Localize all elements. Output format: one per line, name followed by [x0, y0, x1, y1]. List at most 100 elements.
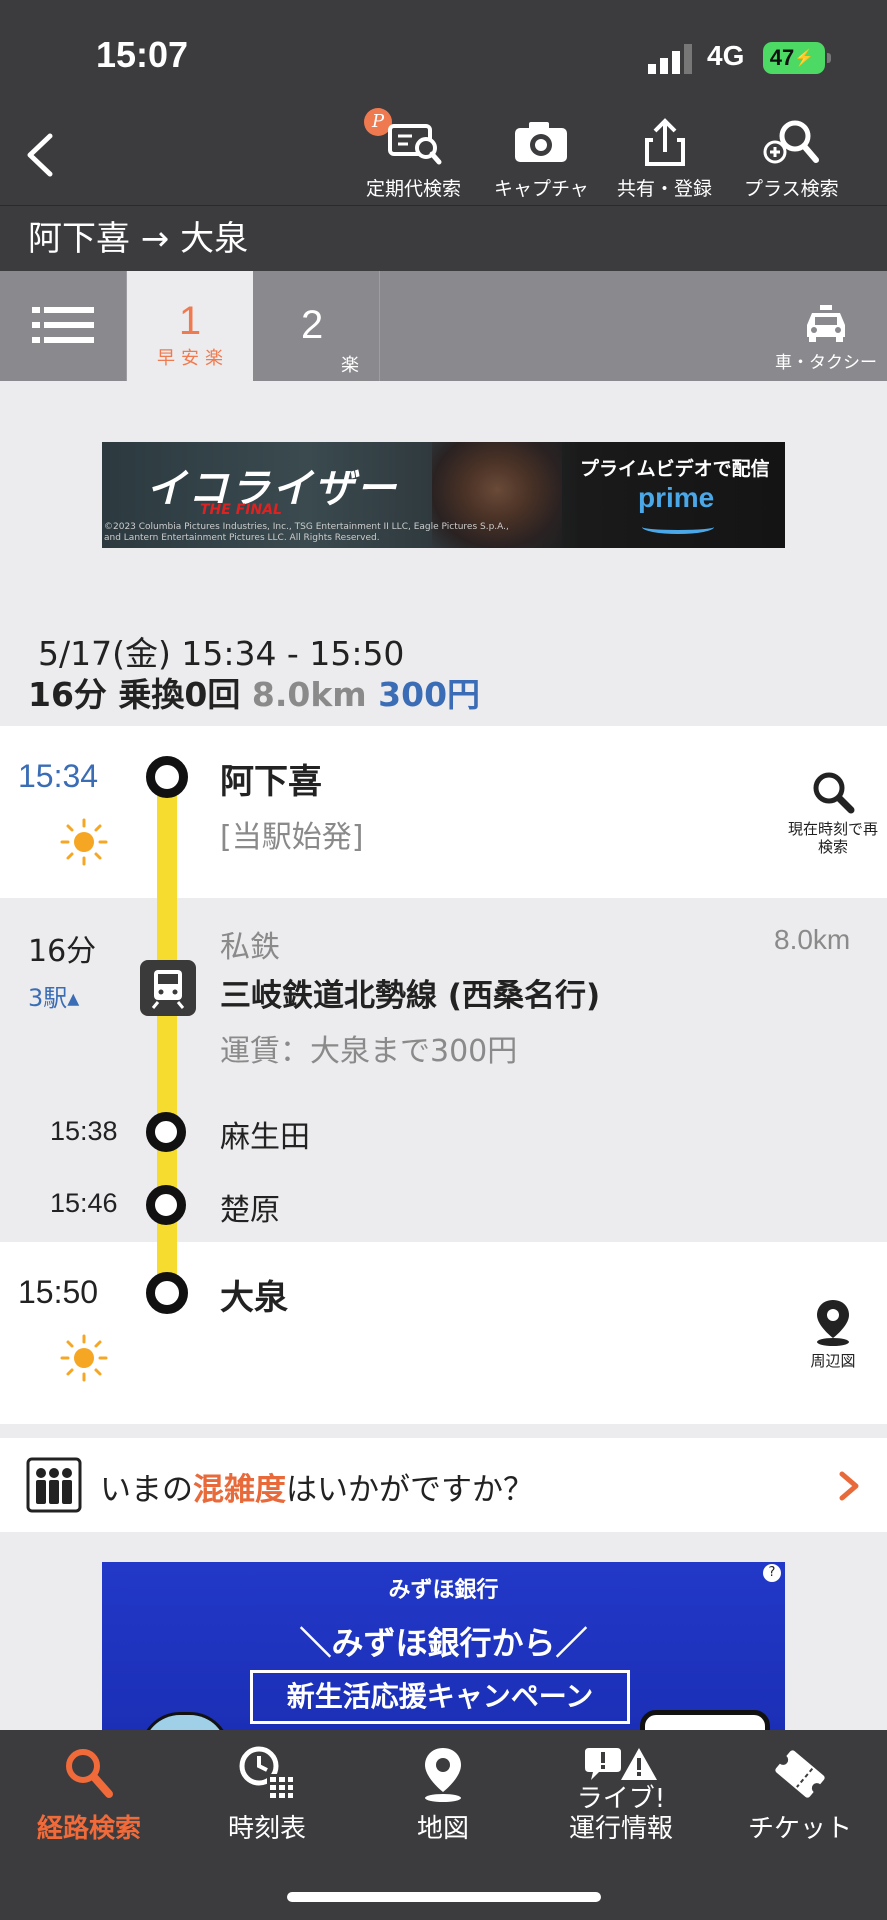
nav-map-label: 地図	[416, 1814, 469, 1844]
ad-info-icon[interactable]: ?	[763, 1564, 781, 1582]
commuter-pass-button[interactable]: 定期代検索	[366, 118, 461, 201]
ad-prime-text: プライムビデオで配信	[580, 458, 770, 480]
map-pin-icon	[817, 1300, 849, 1346]
destination-station[interactable]: 大泉	[220, 1270, 288, 1319]
intermediate-node	[146, 1185, 186, 1225]
commuter-pass-label: 定期代検索	[366, 178, 462, 200]
crowd-icon	[26, 1457, 82, 1513]
origin-node	[146, 756, 188, 798]
stops-toggle[interactable]: 3駅▴	[28, 978, 79, 1013]
route-summary: 16分 乗換0回 8.0km 300円	[28, 668, 480, 716]
route-tabs: 1 早安楽 2 楽 車・タクシー	[0, 271, 887, 381]
segment-card	[0, 898, 887, 1242]
nav-map[interactable]: 地図	[388, 1744, 498, 1845]
intermediate-station[interactable]: 麻生田	[220, 1112, 310, 1156]
tab-route-1-number: 1	[178, 299, 202, 343]
tab-route-1-tags: 早安楽	[157, 348, 229, 369]
sunny-weather-icon	[60, 818, 108, 866]
battery-icon: 47 ⚡	[763, 42, 831, 74]
ad-movie-subtitle: THE FINAL	[200, 502, 282, 518]
ad-bank-name: みずほ銀行	[388, 1578, 499, 1603]
signal-icon	[648, 44, 692, 74]
destination-time: 15:50	[18, 1274, 99, 1310]
tab-route-1[interactable]: 1 早安楽	[127, 271, 253, 381]
congestion-highlight: 混雑度	[193, 1472, 286, 1508]
segment-duration: 16分	[28, 934, 97, 969]
timetable-icon	[239, 1746, 293, 1800]
intermediate-time: 15:38	[50, 1116, 118, 1146]
duration-transfers: 16分 乗換0回	[28, 675, 241, 714]
live-info-icon	[585, 1748, 657, 1780]
segment-line[interactable]: 三岐鉄道北勢線 (西桑名行)	[220, 970, 600, 1015]
area-map-label: 周辺図	[810, 1352, 856, 1370]
back-button[interactable]	[20, 130, 60, 180]
route-search-icon	[66, 1749, 113, 1798]
nav-ticket[interactable]: チケット	[740, 1744, 860, 1845]
capture-button[interactable]: キャプチャ	[494, 118, 589, 201]
area-map-button[interactable]: 周辺図	[788, 1296, 878, 1370]
congestion-pre: いまの	[100, 1472, 193, 1508]
segment-fare: 運賃：大泉まで300円	[220, 1034, 518, 1069]
plus-search-icon	[763, 120, 820, 164]
status-time: 15:07	[96, 34, 189, 75]
destination-card	[0, 1242, 887, 1424]
nav-timetable-label: 時刻表	[227, 1814, 306, 1844]
plus-search-label: プラス検索	[744, 178, 839, 200]
ad-phone-image	[640, 1710, 770, 1730]
train-icon	[140, 960, 196, 1016]
route-fare: 300円	[378, 675, 481, 714]
ad-copyright: ©2023 Columbia Pictures Industries, Inc.…	[104, 522, 509, 543]
battery-level: 47	[769, 45, 795, 70]
route-distance: 8.0km	[251, 675, 367, 714]
nav-live-info[interactable]: ライブ! 運行情報	[556, 1744, 686, 1844]
nav-live-info-label: ライブ! 運行情報	[568, 1784, 673, 1844]
intermediate-station[interactable]: 楚原	[220, 1185, 280, 1229]
list-icon	[32, 307, 94, 343]
tab-route-2-number: 2	[301, 303, 324, 347]
commuter-pass-icon	[387, 124, 441, 165]
congestion-question: いまの混雑度はいかがですか？	[100, 1464, 534, 1509]
tab-route-2-tag: 楽	[341, 355, 359, 376]
segment-type: 私鉄	[220, 930, 280, 965]
share-button[interactable]: 共有・登録	[617, 118, 712, 201]
taxi-button[interactable]: 車・タクシー	[775, 305, 877, 373]
bank-ad-banner[interactable]: みずほ銀行 ＼みずほ銀行から／ 新生活応援キャンペーン ?	[102, 1562, 785, 1730]
home-indicator	[287, 1892, 601, 1902]
route-title: 阿下喜 → 大泉	[0, 205, 887, 271]
ticket-icon	[775, 1750, 825, 1798]
tab-route-2[interactable]: 2 楽	[253, 271, 380, 381]
destination-node	[146, 1272, 188, 1314]
capture-label: キャプチャ	[494, 178, 589, 200]
origin-station[interactable]: 阿下喜	[220, 754, 322, 803]
origin-note: [当駅始発]	[220, 820, 364, 855]
nav-timetable[interactable]: 時刻表	[212, 1744, 322, 1845]
camera-icon	[515, 122, 568, 162]
origin-card	[0, 726, 887, 898]
congestion-survey-row[interactable]: いまの混雑度はいかがですか？	[0, 1438, 887, 1532]
taxi-icon	[807, 305, 845, 342]
segment-distance: 8.0km	[774, 924, 851, 955]
nav-route-search[interactable]: 経路検索	[34, 1744, 144, 1845]
share-icon	[644, 118, 685, 166]
origin-time: 15:34	[18, 758, 99, 794]
prime-logo: prime	[638, 482, 715, 513]
nav-ticket-label: チケット	[747, 1814, 852, 1844]
intermediate-time: 15:46	[50, 1188, 118, 1218]
intermediate-node	[146, 1112, 186, 1152]
research-now-label: 現在時刻で再検索	[788, 820, 879, 856]
research-now-button[interactable]: 現在時刻で再検索	[788, 768, 878, 856]
list-view-button[interactable]	[0, 271, 127, 381]
ad-campaign: 新生活応援キャンペーン	[250, 1670, 630, 1724]
movie-ad-banner[interactable]: イコライザー THE FINAL ©2023 Columbia Pictures…	[102, 442, 785, 548]
congestion-post: はいかがですか？	[286, 1472, 534, 1508]
plus-search-button[interactable]: プラス検索	[744, 118, 839, 201]
taxi-label: 車・タクシー	[775, 353, 877, 373]
map-pin-icon	[425, 1748, 461, 1802]
ad-headline: ＼みずほ銀行から／	[299, 1624, 588, 1662]
share-label: 共有・登録	[617, 178, 713, 200]
chevron-right-icon	[839, 1471, 859, 1501]
nav-route-search-label: 経路検索	[36, 1814, 141, 1844]
sunny-weather-icon	[60, 1334, 108, 1382]
ad-character-image	[140, 1712, 230, 1730]
prime-smile-icon	[642, 520, 714, 534]
